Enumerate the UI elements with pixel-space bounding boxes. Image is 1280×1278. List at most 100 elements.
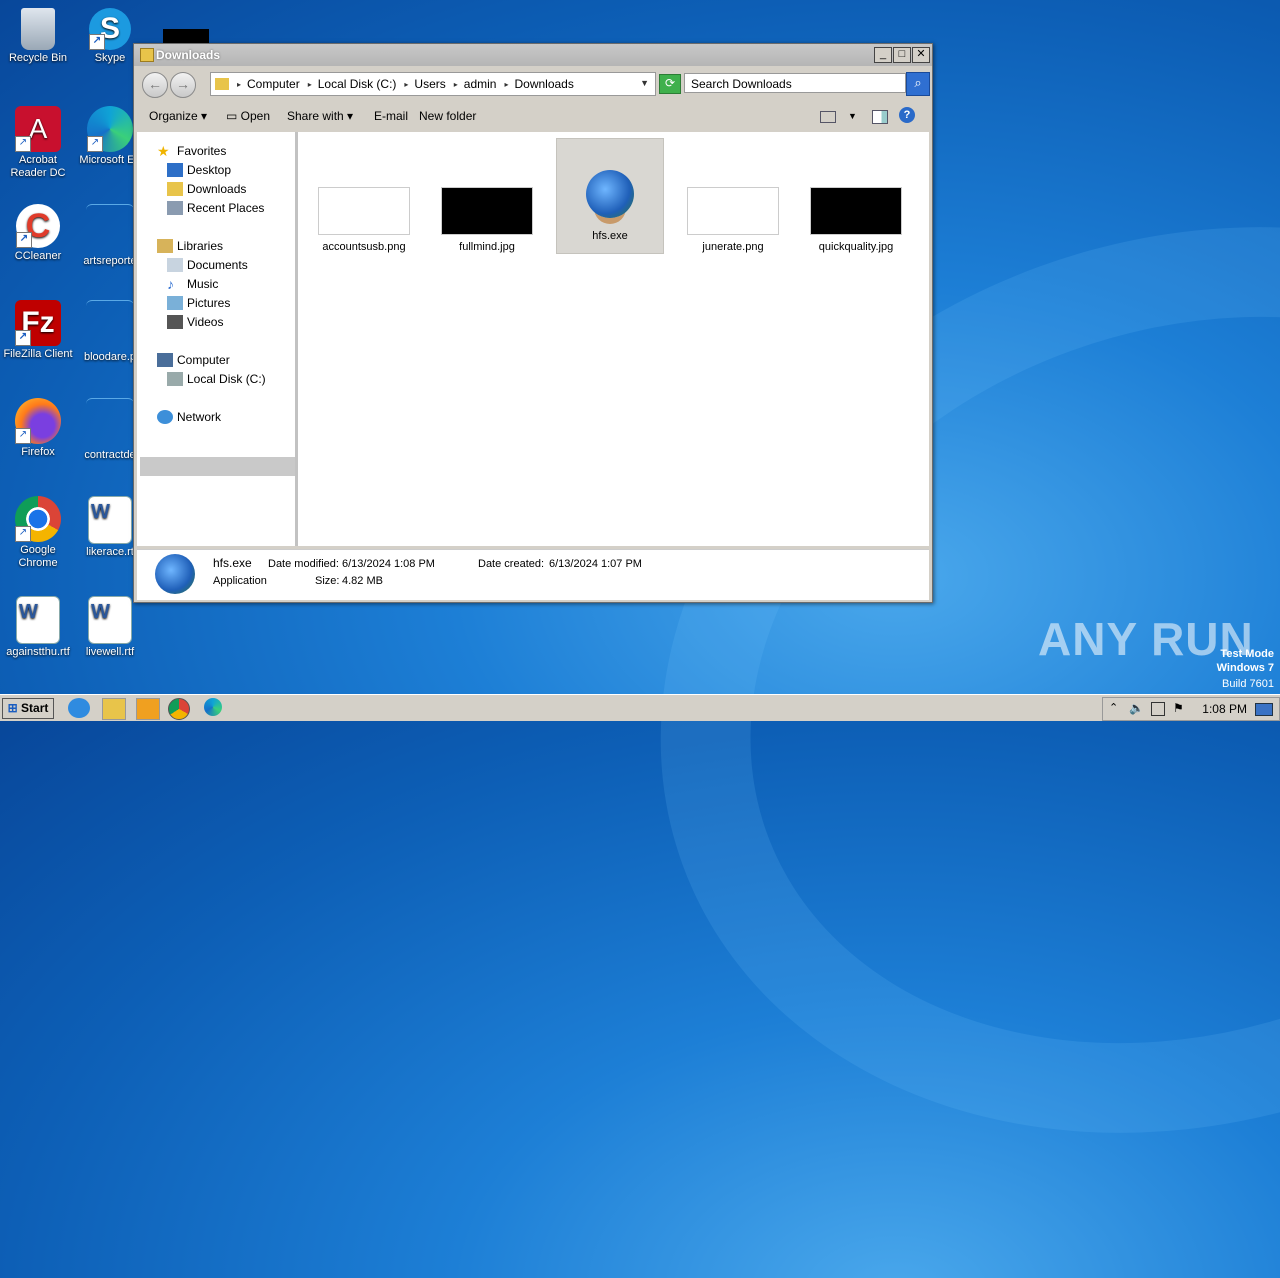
address-bar[interactable]: ▸ Computer ▸ Local Disk (C:) ▸ Users ▸ a… [210, 72, 656, 96]
preview-pane-icon[interactable] [872, 110, 888, 124]
chevron-right-icon: ▸ [453, 79, 458, 89]
help-icon[interactable]: ? [899, 107, 915, 123]
file-quickquality[interactable]: quickquality.jpg [804, 140, 908, 253]
search-icon[interactable]: ⌕ [906, 72, 930, 96]
globe-in-hand-icon [155, 554, 195, 594]
desktop-icon [167, 163, 183, 177]
acrobat-icon: A ↗ [15, 106, 61, 152]
image-thumbnail [687, 187, 779, 235]
title-bar[interactable]: Downloads _ □ ✕ [134, 44, 932, 66]
build-label: Build 7601 [1222, 678, 1274, 690]
file-hfs[interactable]: hfs.exe [558, 140, 662, 242]
blank-file-icon [86, 398, 134, 447]
network-icon [157, 410, 173, 424]
black-icon [163, 29, 209, 43]
minimize-button[interactable]: _ [874, 47, 892, 63]
detail-size-label: Size: [315, 575, 340, 587]
chrome-taskbar-icon[interactable] [168, 698, 190, 720]
file-accountsusb[interactable]: accountsusb.png [312, 140, 416, 253]
documents-icon [167, 258, 183, 272]
nav-favorites[interactable]: ★ Favorites [157, 144, 226, 158]
breadcrumb-local-disk[interactable]: Local Disk (C:) [318, 77, 397, 91]
downloads-folder-icon [167, 182, 183, 196]
breadcrumb-users[interactable]: Users [414, 77, 445, 91]
command-bar: Organize ▾ ▭ Open Share with ▾ E-mail Ne… [134, 101, 932, 131]
chevron-up-icon[interactable]: ⌃ [1109, 701, 1118, 714]
speaker-icon[interactable]: 🔈 [1129, 701, 1144, 715]
maximize-button[interactable]: □ [893, 47, 911, 63]
desktop-icon-chrome[interactable]: ↗ Google Chrome [0, 496, 76, 570]
back-button[interactable]: ← [142, 72, 168, 98]
view-icon[interactable] [820, 111, 836, 123]
forward-button[interactable]: → [170, 72, 196, 98]
show-desktop-icon[interactable] [1255, 703, 1273, 716]
media-player-icon[interactable] [136, 698, 160, 720]
folder-icon [140, 48, 154, 62]
desktop-icon-filezilla[interactable]: Fz ↗ FileZilla Client [0, 300, 76, 361]
system-tray: ⌃ 🔈 ⚑ 1:08 PM [1102, 697, 1280, 721]
detail-modified-label: Date modified: [268, 558, 339, 570]
start-button[interactable]: ⊞ Start [2, 698, 54, 719]
refresh-button[interactable]: ⟳ [659, 74, 681, 94]
email-button[interactable]: E-mail [374, 109, 408, 123]
nav-desktop[interactable]: Desktop [167, 163, 231, 177]
chevron-right-icon: ▸ [404, 79, 409, 89]
desktop-icon-acrobat[interactable]: A ↗ Acrobat Reader DC [0, 106, 76, 180]
desktop-icon-recycle-bin[interactable]: Recycle Bin [0, 8, 76, 65]
nav-recent-places[interactable]: Recent Places [167, 201, 264, 215]
search-input[interactable]: Search Downloads [684, 73, 906, 93]
image-thumbnail [318, 187, 410, 235]
flag-icon[interactable]: ⚑ [1173, 701, 1184, 715]
libraries-icon [157, 239, 173, 253]
nav-libraries[interactable]: Libraries [157, 239, 223, 253]
breadcrumb-admin[interactable]: admin [464, 77, 497, 91]
chrome-icon: ↗ [15, 496, 61, 542]
close-button[interactable]: ✕ [912, 47, 930, 63]
network-tray-icon[interactable] [1151, 702, 1165, 716]
edge-taskbar-icon[interactable] [204, 698, 222, 716]
desktop-icon-againstthu[interactable]: W againstthu.rtf [0, 596, 76, 659]
filezilla-icon: Fz ↗ [15, 300, 61, 346]
detail-created: 6/13/2024 1:07 PM [549, 558, 642, 570]
drive-icon [167, 372, 183, 386]
globe-in-hand-icon [586, 170, 634, 218]
detail-filename: hfs.exe [213, 556, 252, 570]
chevron-down-icon[interactable]: ▼ [848, 111, 857, 121]
videos-icon [167, 315, 183, 329]
clock[interactable]: 1:08 PM [1202, 702, 1247, 716]
nav-music[interactable]: ♪ Music [167, 277, 218, 291]
star-icon: ★ [157, 143, 170, 159]
music-icon: ♪ [167, 276, 174, 292]
organize-button[interactable]: Organize ▾ [149, 109, 207, 123]
breadcrumb-downloads[interactable]: Downloads [514, 77, 573, 91]
nav-videos[interactable]: Videos [167, 315, 223, 329]
breadcrumb-computer[interactable]: Computer [247, 77, 300, 91]
desktop-icon-firefox[interactable]: ↗ Firefox [0, 398, 76, 459]
file-fullmind[interactable]: fullmind.jpg [435, 140, 539, 253]
skype-icon: S ↗ [89, 8, 131, 50]
word-doc-icon: W [16, 596, 60, 644]
nav-downloads[interactable]: Downloads [167, 182, 246, 196]
nav-network[interactable]: Network [157, 410, 221, 424]
ie-icon[interactable] [68, 698, 90, 718]
nav-computer[interactable]: Computer [157, 353, 230, 367]
open-button[interactable]: ▭ Open [226, 109, 270, 123]
taskbar: ⊞ Start ⌃ 🔈 ⚑ 1:08 PM [0, 694, 1280, 721]
firefox-icon: ↗ [15, 398, 61, 444]
explorer-icon[interactable] [102, 698, 126, 720]
windows-logo-icon: ⊞ [7, 701, 18, 715]
chevron-right-icon: ▸ [307, 79, 312, 89]
new-folder-button[interactable]: New folder [419, 109, 476, 123]
chevron-down-icon[interactable]: ▼ [640, 78, 649, 88]
nav-selection [140, 457, 295, 476]
nav-local-disk[interactable]: Local Disk (C:) [167, 372, 266, 386]
file-list: accountsusb.png fullmind.jpg hfs.exe jun… [298, 132, 929, 546]
desktop-icon-livewell[interactable]: W livewell.rtf [72, 596, 148, 659]
file-junerate[interactable]: junerate.png [681, 140, 785, 253]
nav-pictures[interactable]: Pictures [167, 296, 230, 310]
share-with-button[interactable]: Share with ▾ [287, 109, 353, 123]
nav-documents[interactable]: Documents [167, 258, 248, 272]
blank-file-icon [86, 204, 134, 253]
desktop-icon-ccleaner[interactable]: C ↗ CCleaner [0, 204, 76, 263]
word-doc-icon: W [88, 496, 132, 544]
